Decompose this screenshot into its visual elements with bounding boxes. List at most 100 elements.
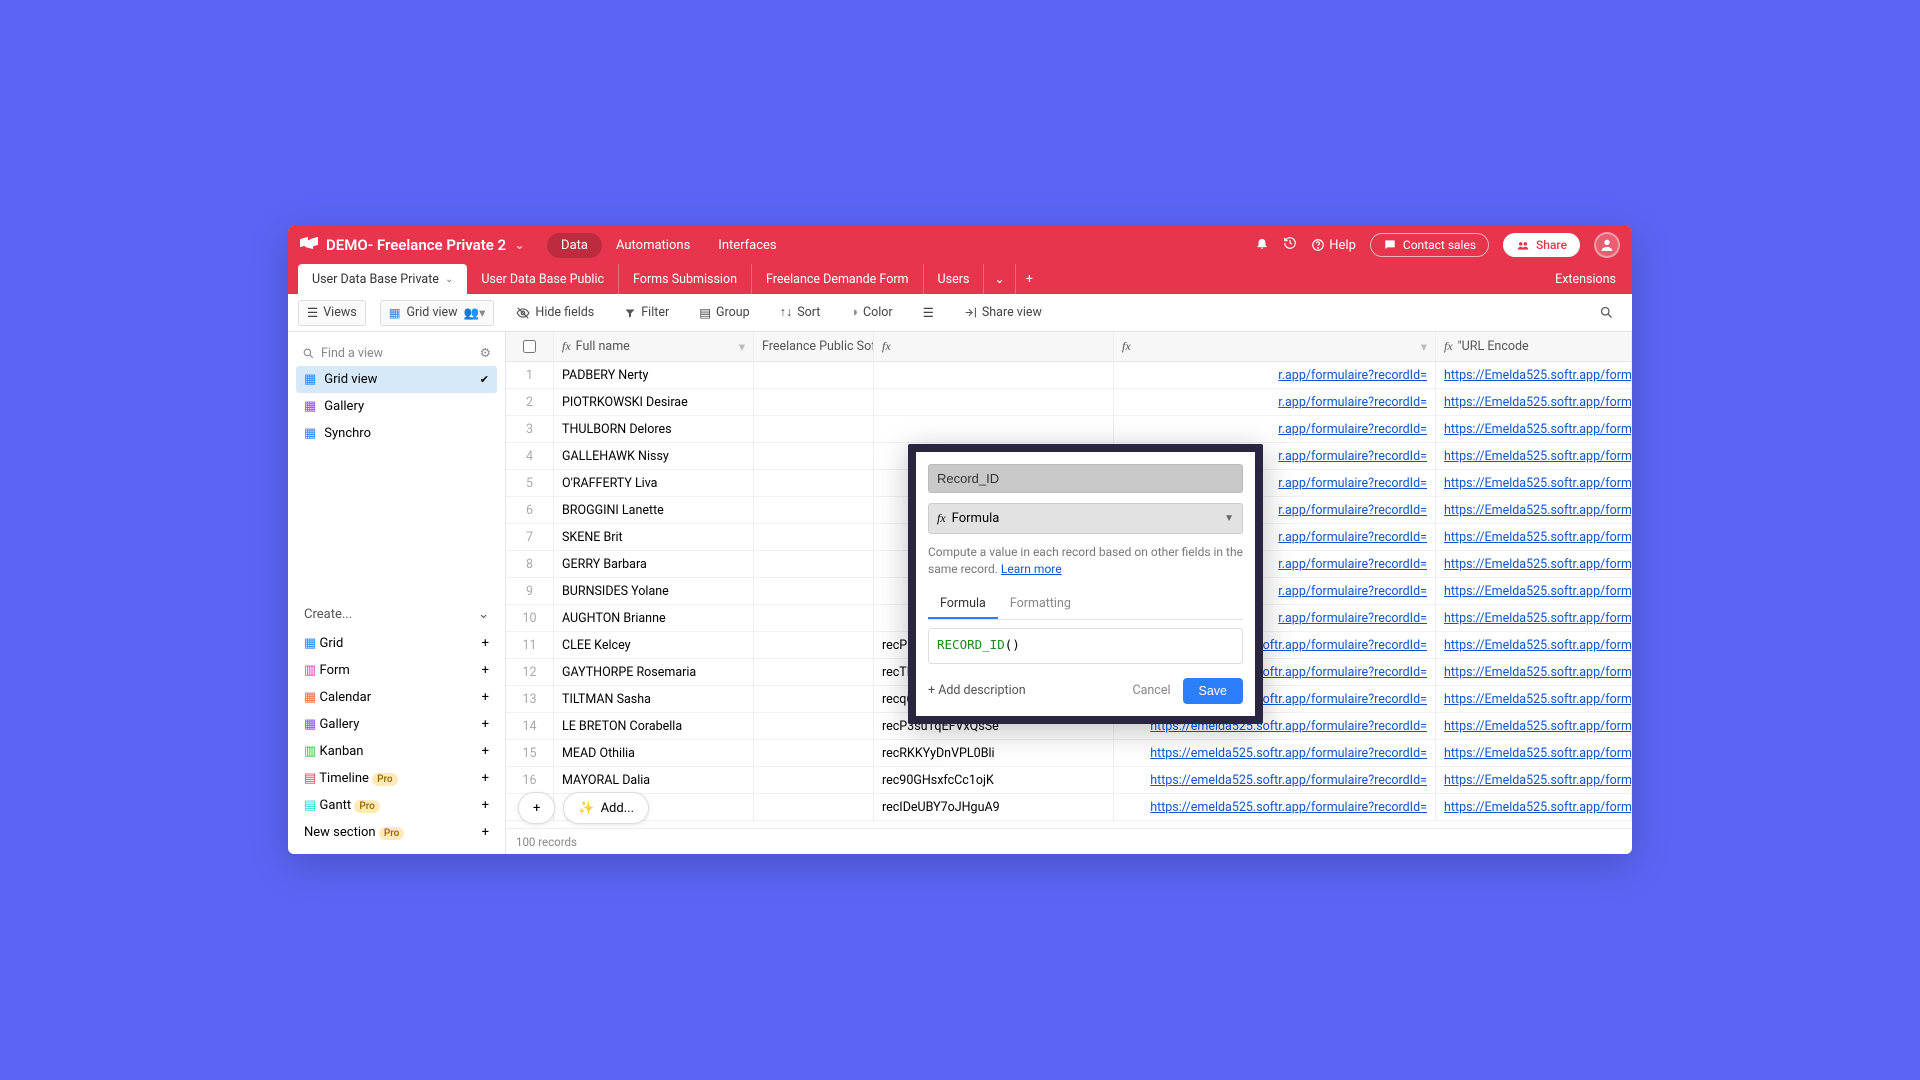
cell-name[interactable]: BURNSIDES Yolane xyxy=(554,578,754,604)
cell-name[interactable]: GALLEHAWK Nissy xyxy=(554,443,754,469)
row-height-button[interactable]: ☰ xyxy=(915,301,942,325)
cell-softr[interactable] xyxy=(754,713,874,739)
cell-softr[interactable] xyxy=(754,632,874,658)
find-view[interactable]: Find a view ⚙ xyxy=(296,340,497,366)
cell-softr[interactable] xyxy=(754,686,874,712)
sidebar-view-grid[interactable]: ▦ Grid view ✔ xyxy=(296,366,497,393)
group-button[interactable]: ▤ Group xyxy=(691,301,757,325)
cell-url1[interactable]: r.app/formulaire?recordId= xyxy=(1114,416,1436,442)
add-description-button[interactable]: + Add description xyxy=(928,683,1026,698)
table-tab[interactable]: Users xyxy=(924,264,985,294)
cell-record-id[interactable]: recIDeUBY7oJHguA9 xyxy=(874,794,1114,820)
formula-editor[interactable]: RECORD_ID() xyxy=(928,628,1243,664)
table-row[interactable]: 3THULBORN Deloresr.app/formulaire?record… xyxy=(506,416,1632,443)
cell-url2[interactable]: https://Emelda525.softr.app/formulaire?r… xyxy=(1436,416,1632,442)
learn-more-link[interactable]: Learn more xyxy=(1001,562,1062,576)
sidebar-view-synchro[interactable]: ▦ Synchro xyxy=(296,420,497,447)
cell-name[interactable]: BROGGINI Lanette xyxy=(554,497,754,523)
cell-record-id[interactable]: rec90GHsxfcCc1ojK xyxy=(874,767,1114,793)
cell-softr[interactable] xyxy=(754,524,874,550)
cell-url2[interactable]: https://Emelda525.softr.app/formulaire?r… xyxy=(1436,767,1632,793)
cell-url2[interactable]: https://Emelda525.softr.app/formulaire?r… xyxy=(1436,686,1632,712)
field-name-input[interactable] xyxy=(928,464,1243,493)
cell-url2[interactable]: https://Emelda525.softr.app/formulaire?r… xyxy=(1436,470,1632,496)
create-grid[interactable]: ▦ Grid+ xyxy=(296,630,497,657)
select-all[interactable] xyxy=(506,332,554,361)
cell-softr[interactable] xyxy=(754,470,874,496)
nav-interfaces[interactable]: Interfaces xyxy=(704,233,790,258)
cell-url2[interactable]: https://Emelda525.softr.app/formulaire?r… xyxy=(1436,578,1632,604)
cell-record-id[interactable] xyxy=(874,362,1114,388)
cell-name[interactable]: TILTMAN Sasha xyxy=(554,686,754,712)
cell-url2[interactable]: https://Emelda525.softr.app/formulaire?r… xyxy=(1436,443,1632,469)
table-tab-active[interactable]: User Data Base Private⌄ xyxy=(298,264,467,294)
table-tab[interactable]: Freelance Demande Form xyxy=(752,264,924,294)
tab-formula[interactable]: Formula xyxy=(928,590,998,619)
checkbox[interactable] xyxy=(523,340,536,353)
filter-button[interactable]: Filter xyxy=(616,301,677,324)
cell-softr[interactable] xyxy=(754,740,874,766)
cancel-button[interactable]: Cancel xyxy=(1132,683,1170,698)
cell-name[interactable]: SKENE Brit xyxy=(554,524,754,550)
chevron-down-icon[interactable]: ▾ xyxy=(1421,339,1427,355)
search-icon[interactable] xyxy=(1591,301,1622,324)
cell-softr[interactable] xyxy=(754,362,874,388)
col-url1[interactable]: fx▾ xyxy=(1114,332,1436,361)
nav-automations[interactable]: Automations xyxy=(602,233,704,258)
cell-url2[interactable]: https://Emelda525.softr.app/formulaire?r… xyxy=(1436,659,1632,685)
base-name[interactable]: DEMO- Freelance Private 2 xyxy=(326,236,506,254)
cell-record-id[interactable] xyxy=(874,389,1114,415)
table-row[interactable]: recIDeUBY7oJHguA9https://emelda525.softr… xyxy=(506,794,1632,821)
cell-name[interactable]: MAYORAL Dalia xyxy=(554,767,754,793)
sidebar-view-gallery[interactable]: ▦ Gallery xyxy=(296,393,497,420)
create-form[interactable]: ▥ Form+ xyxy=(296,657,497,684)
cell-record-id[interactable] xyxy=(874,416,1114,442)
sort-button[interactable]: ↑↓ Sort xyxy=(772,301,829,324)
cell-record-id[interactable]: recRKKYyDnVPL0Bli xyxy=(874,740,1114,766)
settings-icon[interactable]: ⚙ xyxy=(480,345,491,361)
field-type-selector[interactable]: fx Formula ▼ xyxy=(928,503,1243,534)
hide-fields-button[interactable]: Hide fields xyxy=(508,301,602,324)
cell-name[interactable]: PADBERY Nerty xyxy=(554,362,754,388)
cell-url1[interactable]: r.app/formulaire?recordId= xyxy=(1114,389,1436,415)
create-gantt[interactable]: ▤ Gantt Pro+ xyxy=(296,792,497,819)
cell-name[interactable]: CLEE Kelcey xyxy=(554,632,754,658)
table-row[interactable]: 15MEAD OthiliarecRKKYyDnVPL0Blihttps://e… xyxy=(506,740,1632,767)
table-row[interactable]: 2PIOTRKOWSKI Desiraer.app/formulaire?rec… xyxy=(506,389,1632,416)
chevron-down-icon[interactable]: ▾ xyxy=(739,339,745,355)
share-button[interactable]: Share xyxy=(1503,233,1580,257)
col-public-softr[interactable]: Freelance Public Softr xyxy=(754,332,874,361)
cell-softr[interactable] xyxy=(754,794,874,820)
create-kanban[interactable]: ▥ Kanban+ xyxy=(296,738,497,765)
add-menu-button[interactable]: ✨ Add... xyxy=(563,792,649,824)
nav-data[interactable]: Data xyxy=(547,233,602,258)
table-row[interactable]: 1PADBERY Nertyr.app/formulaire?recordId=… xyxy=(506,362,1632,389)
create-gallery[interactable]: ▦ Gallery+ xyxy=(296,711,497,738)
cell-name[interactable]: LE BRETON Corabella xyxy=(554,713,754,739)
cell-url2[interactable]: https://Emelda525.softr.app/formulaire?r… xyxy=(1436,740,1632,766)
tab-formatting[interactable]: Formatting xyxy=(998,590,1083,619)
cell-softr[interactable] xyxy=(754,659,874,685)
cell-url2[interactable]: https://Emelda525.softr.app/formulaire?r… xyxy=(1436,362,1632,388)
cell-name[interactable]: AUGHTON Brianne xyxy=(554,605,754,631)
create-header[interactable]: Create...⌄ xyxy=(296,599,497,630)
cell-url2[interactable]: https://Emelda525.softr.app/formulaire?r… xyxy=(1436,605,1632,631)
cell-url2[interactable]: https://Emelda525.softr.app/formulaire?r… xyxy=(1436,632,1632,658)
cell-softr[interactable] xyxy=(754,605,874,631)
col-full-name[interactable]: fxFull name▾ xyxy=(554,332,754,361)
cell-url2[interactable]: https://Emelda525.softr.app/formulaire?r… xyxy=(1436,497,1632,523)
cell-softr[interactable] xyxy=(754,416,874,442)
table-tab[interactable]: User Data Base Public xyxy=(467,264,619,294)
cell-url1[interactable]: https://emelda525.softr.app/formulaire?r… xyxy=(1114,794,1436,820)
cell-url1[interactable]: https://emelda525.softr.app/formulaire?r… xyxy=(1114,740,1436,766)
views-toggle[interactable]: ☰ Views xyxy=(298,300,366,326)
cell-url1[interactable]: r.app/formulaire?recordId= xyxy=(1114,362,1436,388)
cell-name[interactable]: O'RAFFERTY Liva xyxy=(554,470,754,496)
col-record-id[interactable]: fx xyxy=(874,332,1114,361)
cell-name[interactable]: PIOTRKOWSKI Desirae xyxy=(554,389,754,415)
col-url-encode[interactable]: fx"URL Encode xyxy=(1436,332,1632,361)
cell-softr[interactable] xyxy=(754,551,874,577)
avatar[interactable] xyxy=(1594,232,1620,258)
notifications-icon[interactable] xyxy=(1255,236,1269,254)
add-table-button[interactable]: + xyxy=(1016,264,1043,294)
